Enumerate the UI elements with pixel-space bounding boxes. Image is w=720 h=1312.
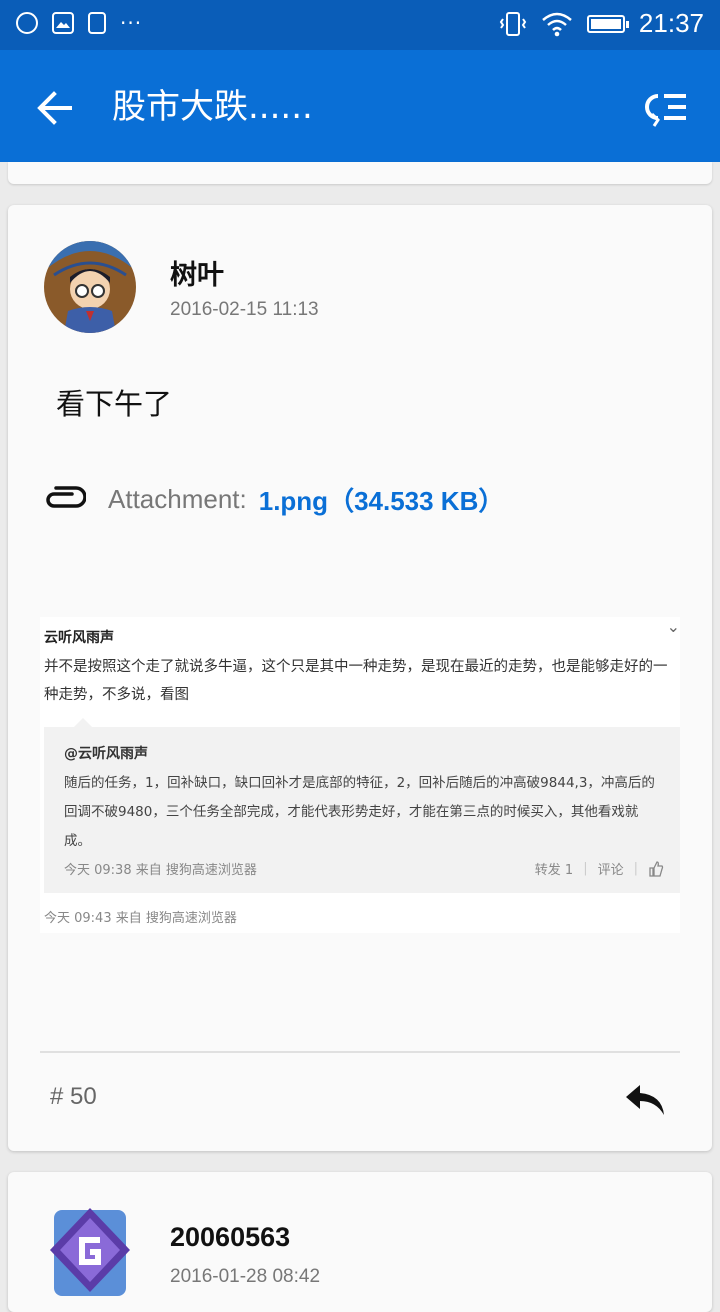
reply-icon[interactable]: [624, 1079, 668, 1119]
quote-actions: 转发 1 | 评论 |: [535, 859, 664, 878]
paperclip-icon: [46, 485, 86, 508]
app-bar: 股市大跌......: [0, 50, 720, 162]
quote-text: 随后的任务，1，回补缺口，缺口回补才是底部的特征，2，回补后随后的冲高破9844…: [64, 775, 655, 849]
wifi-icon: [542, 12, 572, 36]
embed-quote: @云听风雨声 随后的任务，1，回补缺口，缺口回补才是底部的特征，2，回补后随后的…: [44, 718, 680, 893]
previous-post-card: [8, 162, 712, 184]
chevron-down-icon: ⌄: [666, 617, 680, 636]
list-menu-icon[interactable]: [644, 88, 690, 128]
vibrate-icon: [499, 11, 527, 36]
repost-label: 转发 1: [534, 863, 574, 878]
post-date: 2016-02-15 11:13: [170, 299, 319, 320]
divider: [40, 1051, 680, 1053]
status-bar: ··· 21:37: [0, 0, 720, 50]
next-post-card: 20060563 2016-01-28 08:42: [8, 1172, 712, 1312]
post-date: 2016-01-28 08:42: [170, 1266, 321, 1287]
attachment-link[interactable]: 1.png（34.533 KB）: [259, 481, 505, 518]
quote-meta: 今天 09:38 来自 搜狗高速浏览器: [64, 863, 257, 878]
avatar[interactable]: [44, 1204, 136, 1296]
page-title: 股市大跌......: [112, 87, 313, 127]
thumbs-up-icon: [649, 860, 664, 877]
comment-label: 评论: [597, 863, 624, 878]
separator: |: [583, 861, 588, 876]
embed-meta: 今天 09:43 来自 搜狗高速浏览器: [44, 911, 237, 926]
post-card: 树叶 2016-02-15 11:13 看下午了 Attachment: 1.p…: [8, 205, 712, 1151]
post-content: 看下午了: [56, 387, 173, 421]
disc-icon: [16, 12, 38, 34]
more-notifications-icon: ···: [120, 11, 143, 35]
usb-icon: [88, 12, 106, 34]
separator: |: [633, 861, 638, 876]
quote-author: @云听风雨声: [64, 746, 148, 762]
attachment-label: Attachment:: [108, 484, 247, 514]
author-name[interactable]: 树叶: [170, 253, 224, 292]
arrow-left-icon[interactable]: [30, 82, 82, 134]
attachment[interactable]: Attachment: 1.png（34.533 KB）: [42, 481, 504, 518]
author-name[interactable]: 20060563: [170, 1222, 290, 1253]
clock: 21:37: [638, 8, 704, 38]
notification-icons: ···: [16, 12, 142, 34]
image-icon: [52, 12, 74, 34]
avatar[interactable]: [44, 241, 136, 333]
floor-number: # 50: [50, 1083, 97, 1110]
battery-icon: [586, 14, 629, 33]
attachment-image[interactable]: 云听风雨声 ⌄ 并不是按照这个走了就说多牛逼，这个只是其中一种走势，是现在最近的…: [40, 617, 680, 933]
system-icons: 21:37: [499, 8, 704, 39]
embed-text: 并不是按照这个走了就说多牛逼，这个只是其中一种走势，是现在最近的走势，也是能够走…: [44, 659, 668, 703]
embed-author: 云听风雨声: [44, 630, 114, 646]
